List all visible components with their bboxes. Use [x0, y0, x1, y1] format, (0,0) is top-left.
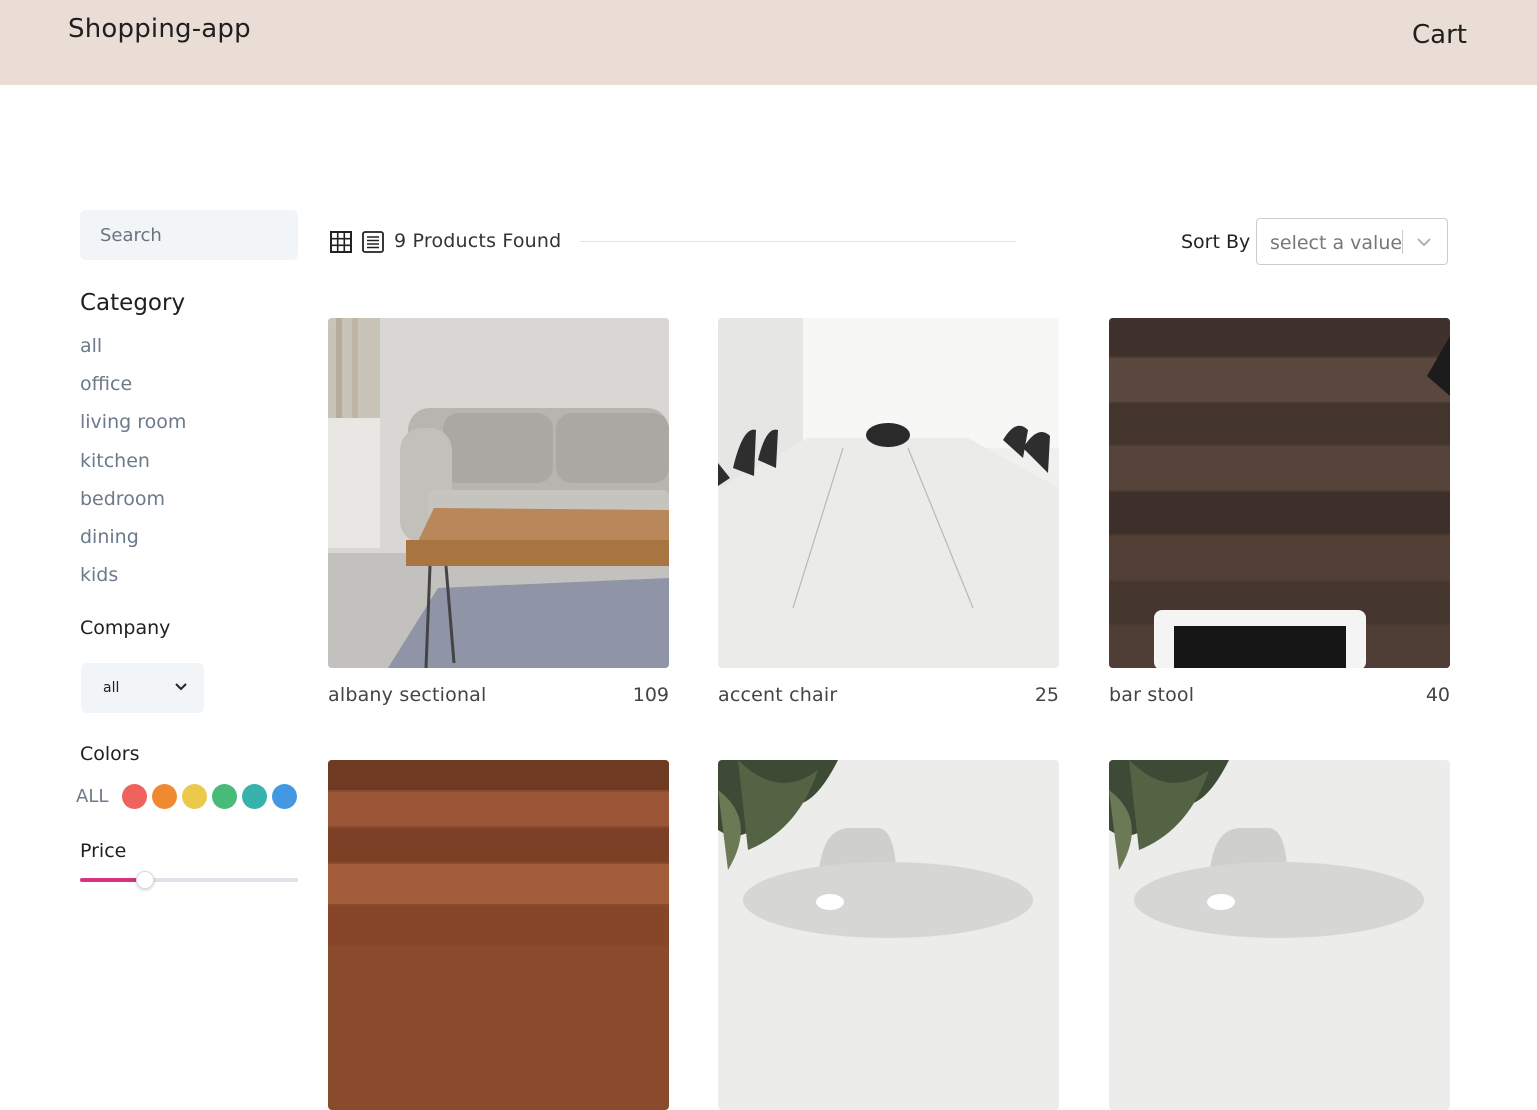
- price-heading: Price: [80, 840, 127, 862]
- product-card[interactable]: bar stool 40: [1109, 318, 1450, 706]
- category-list: all office living room kitchen bedroom d…: [80, 333, 186, 600]
- product-image-conference: [718, 318, 1059, 668]
- price-slider-thumb[interactable]: [136, 871, 155, 889]
- price-slider[interactable]: [80, 871, 298, 889]
- company-select[interactable]: all: [81, 663, 204, 713]
- cart-link[interactable]: Cart: [1412, 20, 1467, 50]
- category-item-dining[interactable]: dining: [80, 524, 186, 562]
- brand-logo-link[interactable]: Shopping-app: [68, 14, 251, 44]
- sort-label: Sort By: [1181, 231, 1251, 253]
- category-item-office[interactable]: office: [80, 371, 186, 409]
- color-swatch-row: ALL: [76, 784, 302, 809]
- product-card[interactable]: albany sectional 109: [328, 318, 669, 706]
- product-image-wood: [1109, 318, 1450, 668]
- category-item-living-room[interactable]: living room: [80, 409, 186, 447]
- products-count: 9 Products Found: [394, 230, 562, 252]
- product-image-dining: [1109, 760, 1450, 1110]
- color-all-button[interactable]: ALL: [76, 786, 108, 807]
- category-item-kitchen[interactable]: kitchen: [80, 448, 186, 486]
- color-swatch-green[interactable]: [212, 784, 238, 809]
- company-selected-value: all: [103, 680, 120, 696]
- color-swatch-blue[interactable]: [272, 784, 298, 809]
- category-item-all[interactable]: all: [80, 333, 186, 371]
- chevron-down-icon: [1415, 233, 1433, 255]
- color-swatch-red[interactable]: [122, 784, 148, 809]
- sort-separator: [1402, 230, 1403, 254]
- company-heading: Company: [80, 617, 171, 639]
- color-swatch-yellow[interactable]: [182, 784, 208, 809]
- colors-heading: Colors: [80, 743, 140, 765]
- product-name: bar stool: [1109, 684, 1195, 706]
- grid-view-icon[interactable]: [330, 231, 352, 253]
- search-input[interactable]: [80, 210, 298, 260]
- category-item-kids[interactable]: kids: [80, 562, 186, 600]
- product-image-sofa: [328, 318, 669, 668]
- sort-select[interactable]: select a value: [1256, 218, 1448, 265]
- products-toolbar: 9 Products Found Sort By select a value: [328, 218, 1450, 265]
- product-card[interactable]: [328, 760, 669, 1110]
- category-item-bedroom[interactable]: bedroom: [80, 486, 186, 524]
- color-swatch-orange[interactable]: [152, 784, 178, 809]
- product-image-wood-warm: [328, 760, 669, 1110]
- category-heading: Category: [80, 290, 186, 316]
- product-card[interactable]: [1109, 760, 1450, 1110]
- product-name: accent chair: [718, 684, 838, 706]
- product-card[interactable]: accent chair 25: [718, 318, 1059, 706]
- product-price: 25: [1034, 684, 1059, 706]
- product-price: 40: [1425, 684, 1450, 706]
- sort-placeholder: select a value: [1270, 232, 1403, 254]
- toolbar-divider: [580, 241, 1016, 242]
- product-card[interactable]: [718, 760, 1059, 1110]
- color-swatch-teal[interactable]: [242, 784, 268, 809]
- chevron-down-icon: [174, 681, 188, 696]
- product-image-dining: [718, 760, 1059, 1110]
- product-name: albany sectional: [328, 684, 487, 706]
- top-navbar: Shopping-app Cart: [0, 0, 1537, 85]
- list-view-icon[interactable]: [362, 231, 384, 253]
- product-price: 109: [632, 684, 669, 706]
